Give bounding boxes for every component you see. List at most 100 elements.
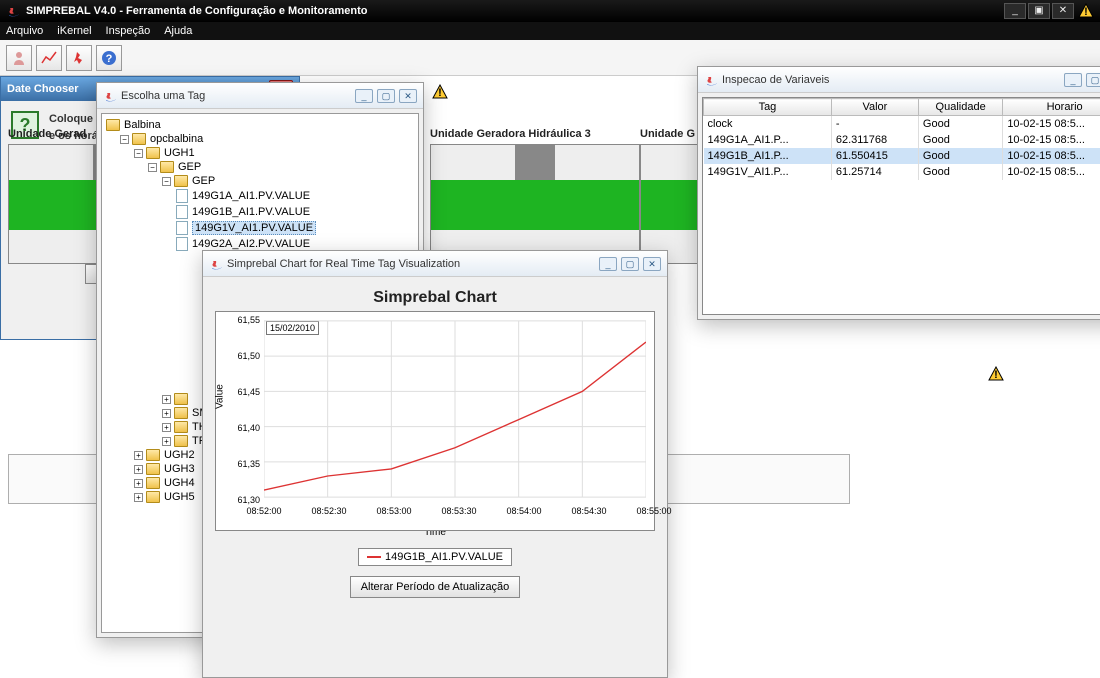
menubar: Arquivo iKernel Inspeção Ajuda [0,22,1100,40]
folder-icon [174,175,188,187]
collapse-icon[interactable]: − [148,163,157,172]
tree-label: GEP [178,161,201,173]
menu-ajuda[interactable]: Ajuda [164,25,192,37]
table-cell: 149G1V_AI1.P... [704,164,832,180]
svg-text:!: ! [994,369,998,381]
tree-label: 149G2A_AI2.PV.VALUE [192,238,310,250]
tree-label: 149G1B_AI1.PV.VALUE [192,206,310,218]
chart-xtick: 08:52:00 [246,506,281,516]
close-button[interactable]: ✕ [643,257,661,271]
tree-leaf-selected[interactable]: 149G1V_AI1.PV.VALUE [176,220,414,236]
chart-xtick: 08:53:30 [441,506,476,516]
folder-icon [146,477,160,489]
unidade-label: Unidade Geradora Hidráulica 3 [430,128,640,140]
help-tool-button[interactable]: ? [96,45,122,71]
chart-xtick: 08:53:00 [376,506,411,516]
tree-label: UGH2 [164,449,195,461]
maximize-button[interactable]: ▣ [1028,3,1050,19]
chart-ytick: 61,40 [232,423,260,433]
col-valor[interactable]: Valor [831,99,918,116]
file-icon [176,221,188,235]
variable-inspection-window[interactable]: Inspecao de Variaveis _ ▢ ✕ Tag Valor Qu… [697,66,1100,320]
table-row[interactable]: 149G1A_AI1.P...62.311768Good10-02-15 08:… [704,132,1100,148]
tree-leaf[interactable]: 149G1A_AI1.PV.VALUE [176,188,414,204]
menu-arquivo[interactable]: Arquivo [6,25,43,37]
expand-icon[interactable]: + [134,479,143,488]
tree-label: UGH3 [164,463,195,475]
folder-icon [146,449,160,461]
tree-label: 149G1V_AI1.PV.VALUE [192,221,316,235]
chart-xtick: 08:54:30 [571,506,606,516]
folder-icon [174,421,188,433]
minimize-button[interactable]: _ [355,89,373,103]
chart-title: Simprebal Chart [209,289,661,307]
expand-icon[interactable]: + [134,465,143,474]
folder-icon [146,147,160,159]
tree-node[interactable]: − GEP [148,160,414,174]
update-period-button[interactable]: Alterar Período de Atualização [350,576,521,598]
minimize-button[interactable]: _ [1004,3,1026,19]
chart-plot[interactable]: Value 15/02/2010 61,3061,3561,4061,4561,… [215,311,655,531]
table-cell: 10-02-15 08:5... [1003,116,1100,133]
table-row[interactable]: clock-Good10-02-15 08:5... [704,116,1100,133]
window-titlebar[interactable]: Escolha uma Tag _ ▢ ✕ [97,83,423,109]
col-tag[interactable]: Tag [704,99,832,116]
window-title: Inspecao de Variaveis [722,74,1064,86]
table-cell: Good [918,164,1002,180]
tree-node[interactable]: − GEP [162,174,414,188]
table-row[interactable]: 149G1B_AI1.P...61.550415Good10-02-15 08:… [704,148,1100,164]
menu-ikernel[interactable]: iKernel [57,25,91,37]
close-button[interactable]: ✕ [1052,3,1074,19]
warning-icon: ! [1078,3,1094,19]
file-icon [176,189,188,203]
inspection-table[interactable]: Tag Valor Qualidade Horario clock-Good10… [703,98,1100,180]
maximize-button[interactable]: ▢ [621,257,639,271]
table-cell: Good [918,148,1002,164]
expand-icon[interactable]: + [134,493,143,502]
file-icon [176,237,188,251]
user-tool-button[interactable] [6,45,32,71]
warning-icon: ! [988,366,1004,382]
runner-tool-button[interactable] [66,45,92,71]
expand-icon[interactable]: + [162,395,171,404]
collapse-icon[interactable]: − [134,149,143,158]
table-cell: 149G1B_AI1.P... [704,148,832,164]
tree-node-root[interactable]: Balbina [106,118,414,132]
content-area: Unidade Gerad Unidade Geradora Hidráulic… [0,76,1100,634]
collapse-icon[interactable]: − [120,135,129,144]
expand-icon[interactable]: + [162,423,171,432]
tree-node[interactable]: −UGH1 [134,146,414,160]
tree-leaf[interactable]: 149G1B_AI1.PV.VALUE [176,204,414,220]
chart-ylabel: Value [215,384,226,409]
java-cup-icon [103,89,117,103]
expand-icon[interactable]: + [162,437,171,446]
col-horario[interactable]: Horario [1003,99,1100,116]
chart-window[interactable]: Simprebal Chart for Real Time Tag Visual… [202,250,668,678]
tree-label: GEP [192,175,215,187]
svg-text:?: ? [106,53,113,65]
chart-ytick: 61,45 [232,387,260,397]
collapse-icon[interactable]: − [162,177,171,186]
col-qualidade[interactable]: Qualidade [918,99,1002,116]
window-titlebar[interactable]: Simprebal Chart for Real Time Tag Visual… [203,251,667,277]
menu-inspecao[interactable]: Inspeção [106,25,151,37]
java-cup-icon [6,4,20,18]
unidade-status-panel [640,454,850,504]
chart-tool-button[interactable] [36,45,62,71]
maximize-button[interactable]: ▢ [1086,73,1100,87]
table-cell: clock [704,116,832,133]
minimize-button[interactable]: _ [1064,73,1082,87]
minimize-button[interactable]: _ [599,257,617,271]
expand-icon[interactable]: + [134,451,143,460]
table-cell: 10-02-15 08:5... [1003,148,1100,164]
folder-icon [106,119,120,131]
tree-node[interactable]: − opcbalbina [120,132,414,146]
expand-icon[interactable]: + [162,409,171,418]
close-button[interactable]: ✕ [399,89,417,103]
chart-body: Simprebal Chart Value 15/02/2010 61,3061… [203,277,667,604]
maximize-button[interactable]: ▢ [377,89,395,103]
table-row[interactable]: 149G1V_AI1.P...61.25714Good10-02-15 08:5… [704,164,1100,180]
tree-label: opcbalbina [150,133,203,145]
tree-label: UGH4 [164,477,195,489]
window-titlebar[interactable]: Inspecao de Variaveis _ ▢ ✕ [698,67,1100,93]
